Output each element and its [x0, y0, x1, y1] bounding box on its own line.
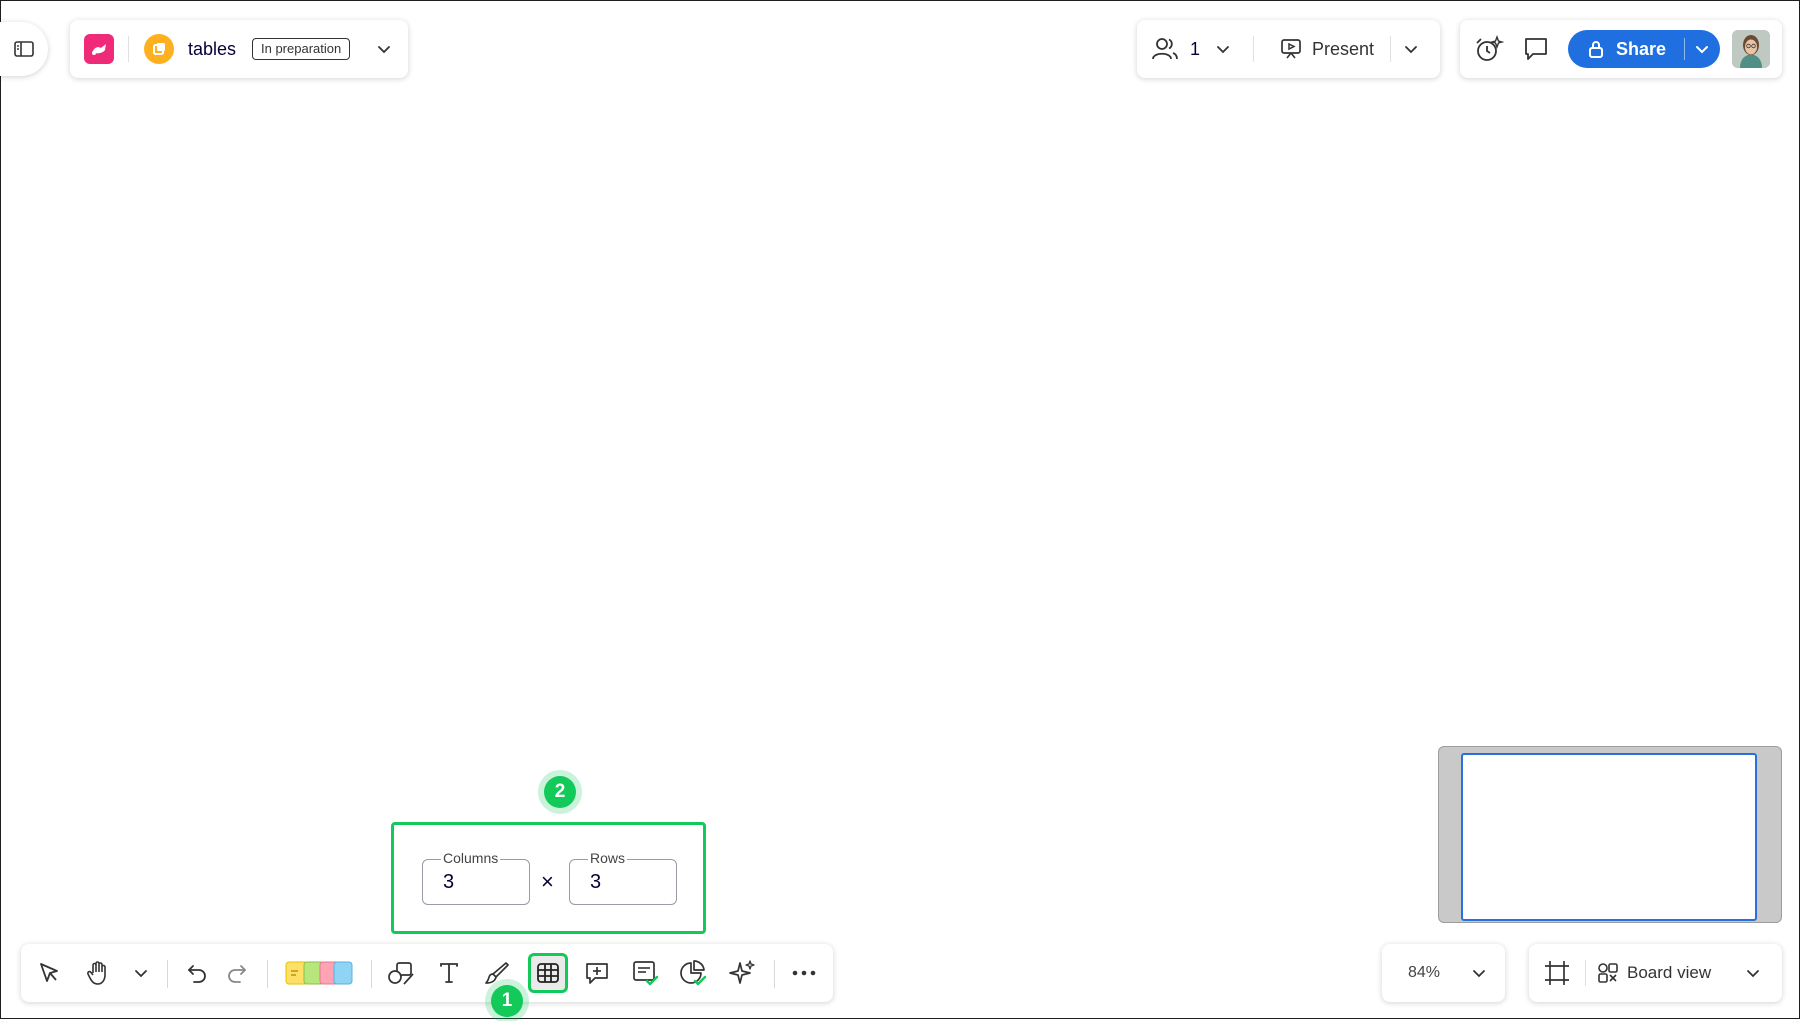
divider: [1390, 36, 1391, 62]
space-icon[interactable]: [144, 34, 174, 64]
zoom-panel[interactable]: 84%: [1382, 944, 1505, 1002]
user-avatar[interactable]: [1732, 30, 1770, 68]
collaboration-panel: 1 Present: [1137, 20, 1440, 78]
divider: [371, 960, 372, 988]
card-icon[interactable]: [629, 957, 661, 989]
chevron-down-icon[interactable]: [125, 957, 157, 989]
share-button[interactable]: Share: [1568, 30, 1720, 68]
board-info-panel: tables In preparation: [70, 20, 408, 78]
divider: [167, 960, 168, 988]
top-right-panel: Share: [1460, 20, 1782, 78]
rows-input[interactable]: [590, 871, 650, 894]
undo-icon[interactable]: [181, 957, 213, 989]
chevron-down-icon[interactable]: [1401, 39, 1421, 59]
board-view-icon: [1597, 962, 1619, 984]
chevron-down-icon[interactable]: [1692, 39, 1712, 59]
creation-toolbar: [21, 944, 833, 1002]
sticky-notes-icon[interactable]: [283, 957, 357, 989]
timer-reactions-icon[interactable]: [1474, 34, 1504, 64]
columns-field[interactable]: Columns: [422, 850, 530, 905]
board-name[interactable]: tables: [188, 39, 236, 60]
app-logo-icon[interactable]: [84, 34, 114, 64]
ai-sparkle-icon[interactable]: [726, 957, 758, 989]
divider: [1684, 38, 1685, 60]
share-label: Share: [1616, 39, 1667, 59]
view-panel: Board view: [1529, 944, 1782, 1002]
columns-label: Columns: [441, 850, 501, 866]
present-label: Present: [1312, 39, 1375, 59]
chart-icon[interactable]: [677, 957, 709, 989]
divider: [1585, 960, 1586, 986]
present-button[interactable]: Present: [1280, 34, 1390, 64]
minimap[interactable]: [1438, 746, 1782, 923]
comment-icon[interactable]: [581, 957, 613, 989]
shapes-icon[interactable]: [385, 957, 417, 989]
redo-icon[interactable]: [221, 957, 253, 989]
divider: [267, 960, 268, 988]
board-view-label: Board view: [1627, 963, 1712, 982]
board-view-button[interactable]: Board view: [1597, 958, 1737, 988]
chevron-down-icon[interactable]: [1743, 963, 1763, 983]
participants-count[interactable]: 1: [1190, 39, 1200, 60]
table-size-popup: Columns × Rows: [391, 822, 706, 934]
rows-label: Rows: [588, 850, 628, 866]
divider: [128, 36, 129, 62]
divider: [774, 960, 775, 988]
present-icon: [1280, 38, 1302, 60]
table-tool-button[interactable]: [528, 953, 568, 993]
more-icon[interactable]: [788, 957, 820, 989]
callout-badge-1: 1: [491, 985, 523, 1017]
status-badge[interactable]: In preparation: [252, 38, 351, 60]
select-icon[interactable]: [33, 957, 65, 989]
sidebar-icon: [14, 41, 34, 57]
users-icon[interactable]: [1151, 35, 1179, 63]
columns-input[interactable]: [443, 871, 503, 894]
frame-icon[interactable]: [1543, 959, 1571, 987]
divider: [1253, 36, 1254, 62]
times-symbol: ×: [541, 869, 554, 894]
table-icon: [536, 961, 560, 985]
callout-badge-2: 2: [544, 776, 576, 808]
comments-icon[interactable]: [1522, 35, 1550, 63]
zoom-level[interactable]: 84%: [1408, 964, 1440, 982]
hand-icon[interactable]: [82, 957, 114, 989]
text-icon[interactable]: [433, 957, 465, 989]
chevron-down-icon[interactable]: [374, 39, 394, 59]
rows-field[interactable]: Rows: [569, 850, 677, 905]
chevron-down-icon[interactable]: [1213, 39, 1233, 59]
lock-icon: [1588, 40, 1604, 58]
chevron-down-icon[interactable]: [1469, 963, 1489, 983]
minimap-viewport[interactable]: [1461, 753, 1757, 921]
